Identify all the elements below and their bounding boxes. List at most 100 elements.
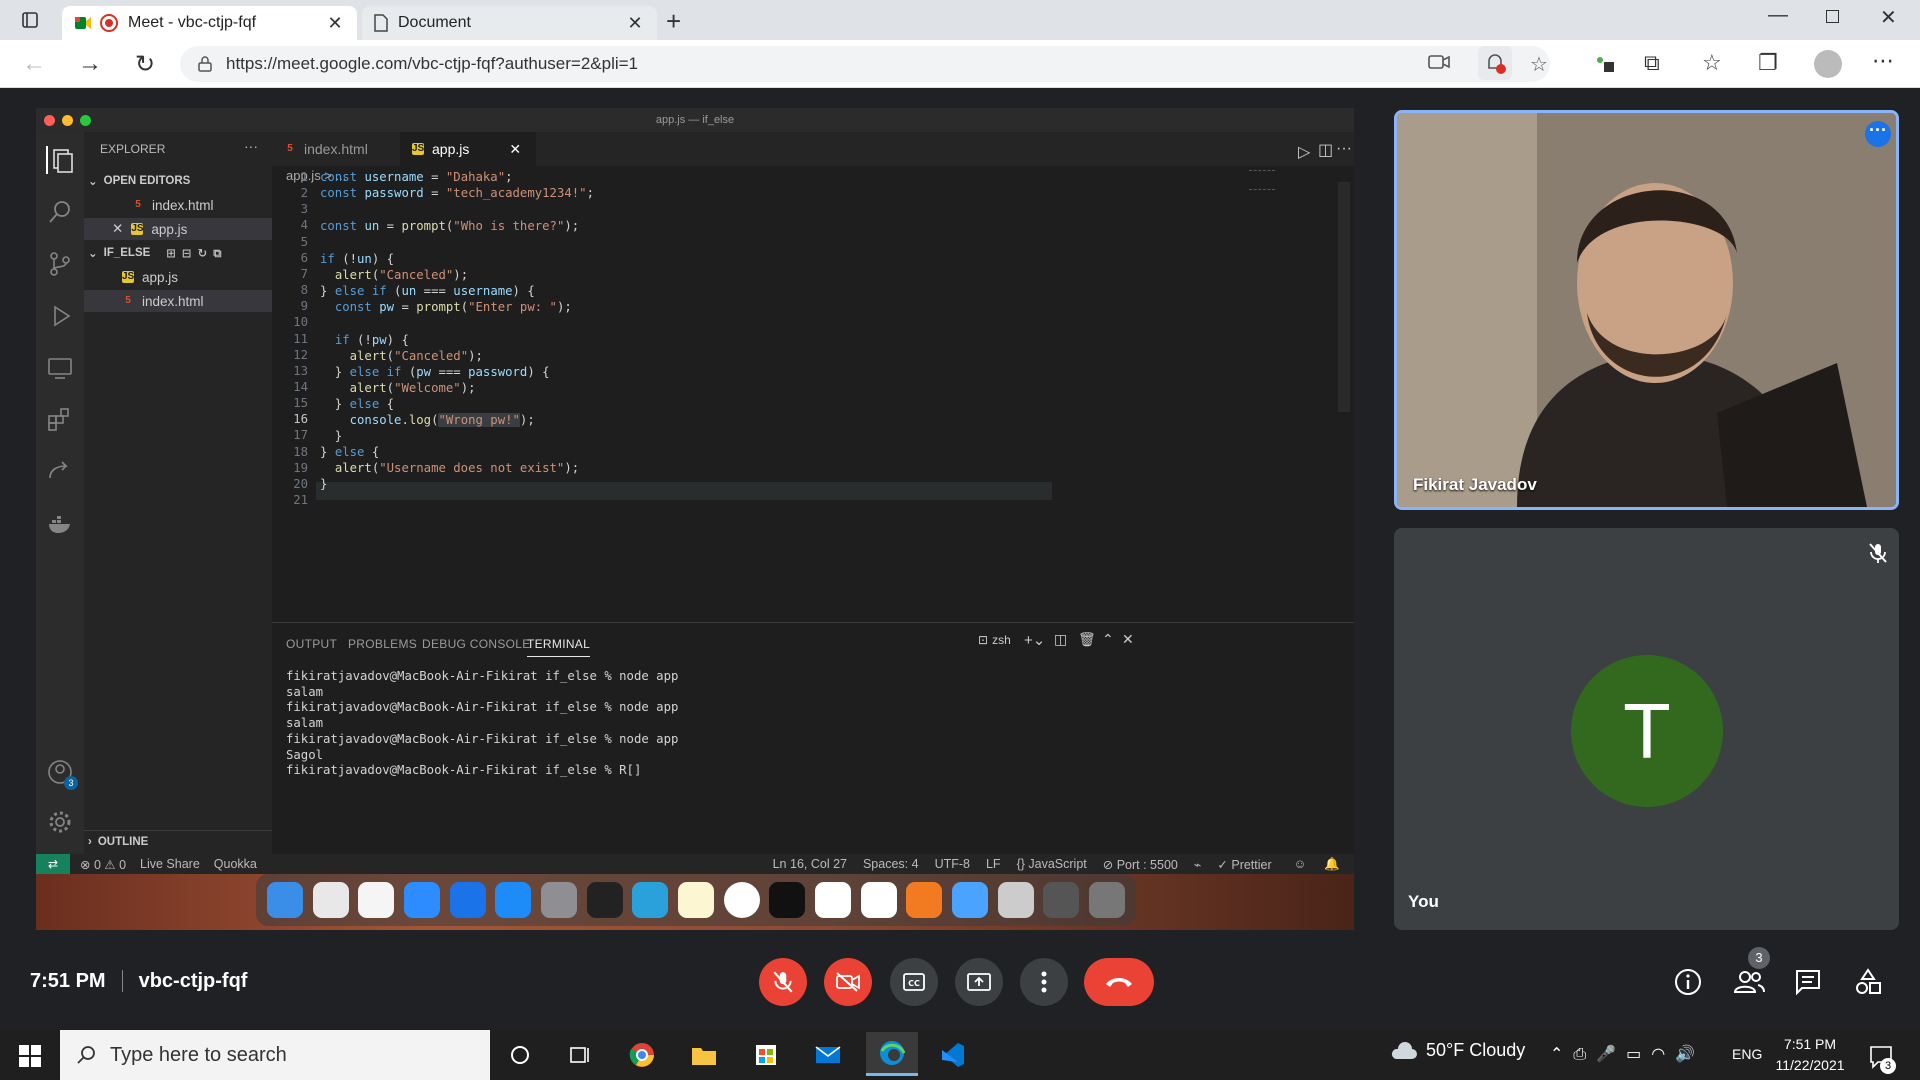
input-language[interactable]: ENG — [1732, 1046, 1762, 1062]
maximize-panel-icon[interactable]: ⌃ — [1102, 631, 1114, 648]
more-options-button[interactable] — [1020, 958, 1068, 1006]
feedback-icon[interactable]: ☺ — [1294, 857, 1307, 871]
photos-icon[interactable] — [358, 882, 395, 918]
taskbar-clock[interactable]: 7:51 PM 11/22/2021 — [1770, 1034, 1850, 1076]
launchpad-icon[interactable] — [312, 882, 349, 918]
taskbar-search-box[interactable]: Type here to search — [60, 1030, 490, 1080]
mail-icon[interactable] — [808, 1036, 848, 1074]
add-favorite-icon[interactable]: ☆ — [1530, 52, 1548, 77]
eol-status[interactable]: LF — [986, 857, 1001, 871]
new-tab-icon[interactable]: + — [666, 6, 681, 37]
leave-call-button[interactable] — [1084, 958, 1154, 1006]
open-editor-item[interactable]: 5 index.html — [84, 194, 272, 216]
close-tab-icon[interactable]: ✕ — [509, 141, 521, 158]
finder-icon[interactable] — [266, 882, 303, 918]
vscode-taskbar-icon[interactable] — [932, 1036, 972, 1074]
split-terminal-icon[interactable]: ◫ — [1054, 631, 1067, 648]
open-editor-item-active[interactable]: ✕ JS app.js — [84, 218, 272, 240]
edge-taskbar-icon[interactable] — [866, 1032, 918, 1076]
editor-tab-index-html[interactable]: 5 index.html — [272, 132, 400, 166]
blocked-notification-icon[interactable] — [1478, 46, 1512, 80]
panel-tab-problems[interactable]: PROBLEMS — [348, 637, 417, 651]
extension-icon[interactable] — [1594, 54, 1616, 74]
safari-icon[interactable] — [449, 882, 486, 918]
close-window-icon[interactable]: ✕ — [1880, 5, 1897, 30]
close-editor-icon[interactable]: ✕ — [112, 221, 123, 237]
minimize-icon[interactable]: — — [1768, 4, 1788, 27]
present-screen-button[interactable] — [955, 958, 1003, 1006]
vscode-app-icon[interactable] — [860, 882, 897, 918]
people-icon[interactable] — [1732, 968, 1766, 996]
chrome-taskbar-icon[interactable] — [622, 1036, 662, 1074]
slack-icon[interactable] — [814, 882, 851, 918]
notes-icon[interactable] — [677, 882, 714, 918]
sublime-icon[interactable] — [906, 882, 943, 918]
tab-actions-icon[interactable] — [10, 0, 50, 40]
back-icon[interactable]: ← — [14, 44, 54, 84]
browser-tab-document[interactable]: Document ✕ — [362, 6, 657, 40]
quokka-status[interactable]: Quokka — [214, 857, 257, 871]
open-editors-section[interactable]: ⌄ OPEN EDITORS — [84, 170, 272, 192]
explorer-more-icon[interactable]: ··· — [244, 138, 258, 154]
cursor-position[interactable]: Ln 16, Col 27 — [773, 857, 847, 871]
search-icon[interactable] — [46, 198, 74, 226]
windows-start-icon[interactable] — [18, 1044, 42, 1068]
encoding-status[interactable]: UTF-8 — [935, 857, 970, 871]
close-tab-icon[interactable]: ✕ — [625, 13, 645, 34]
task-view-icon[interactable] — [560, 1036, 600, 1074]
chrome-icon[interactable] — [723, 882, 760, 918]
live-share-icon[interactable] — [46, 458, 74, 486]
kill-terminal-icon[interactable]: 🗑 — [1078, 631, 1096, 648]
favorites-icon[interactable]: ☆ — [1702, 50, 1722, 76]
remote-indicator-icon[interactable]: ⇄ — [36, 854, 70, 874]
folder-actions-icon[interactable]: ⊞⊟↻⧉ — [166, 246, 227, 261]
collections-icon[interactable]: ❐ — [1758, 50, 1778, 76]
prettier-status[interactable]: ✓ Prettier — [1217, 857, 1271, 872]
panel-tab-output[interactable]: OUTPUT — [286, 637, 337, 651]
errors-count[interactable]: ⊗ 0 ⚠ 0 — [80, 857, 126, 872]
chat-icon[interactable] — [1794, 968, 1822, 996]
downloads-stack-icon[interactable] — [1043, 882, 1080, 918]
editor-more-icon[interactable]: ··· — [1336, 140, 1352, 158]
indent-status[interactable]: Spaces: 4 — [863, 857, 919, 871]
run-icon[interactable]: ▷ — [1298, 142, 1310, 162]
app-store-icon[interactable] — [495, 882, 532, 918]
port-status[interactable]: ⊘ Port : 5500 — [1103, 857, 1178, 872]
new-terminal-icon[interactable]: +⌄ — [1024, 631, 1045, 649]
participant-tile-active[interactable]: ··· Fikirat Javadov — [1394, 110, 1899, 510]
close-tab-icon[interactable]: ✕ — [325, 13, 345, 34]
system-preferences-icon[interactable] — [540, 882, 577, 918]
activities-icon[interactable] — [1854, 968, 1882, 996]
panel-tab-terminal[interactable]: TERMINAL — [527, 637, 591, 657]
terminal-output[interactable]: fikiratjavadov@MacBook-Air-Fikirat if_el… — [286, 669, 678, 779]
maximize-icon[interactable] — [1826, 10, 1839, 23]
figma-icon[interactable] — [586, 882, 623, 918]
weather-widget[interactable]: 50°F Cloudy — [1390, 1040, 1525, 1061]
file-item-selected[interactable]: 5 index.html — [84, 290, 272, 312]
format-icon[interactable]: ⌁ — [1194, 857, 1202, 872]
preview-icon[interactable] — [997, 882, 1034, 918]
unmute-button[interactable] — [759, 958, 807, 1006]
xcode-icon[interactable] — [951, 882, 988, 918]
folder-section[interactable]: ⌄ IF_ELSE ⊞⊟↻⧉ — [84, 242, 272, 264]
more-menu-icon[interactable]: ⋯ — [1872, 48, 1894, 74]
file-explorer-icon[interactable] — [684, 1036, 724, 1074]
panel-tab-debug-console[interactable]: DEBUG CONSOLE — [422, 637, 531, 651]
cortana-icon[interactable] — [500, 1036, 540, 1074]
trash-icon[interactable] — [1088, 882, 1125, 918]
live-share-status[interactable]: Live Share — [140, 857, 200, 871]
microsoft-store-icon[interactable] — [746, 1036, 786, 1074]
language-status[interactable]: {} JavaScript — [1017, 857, 1087, 871]
split-editor-icon[interactable]: ◫ — [1318, 140, 1333, 160]
browser-tab-meet[interactable]: Meet - vbc-ctjp-fqf ✕ — [62, 6, 357, 40]
remote-explorer-icon[interactable] — [46, 354, 74, 382]
docker-icon[interactable] — [46, 510, 74, 538]
terminal-app-icon[interactable] — [769, 882, 806, 918]
zoom-icon[interactable] — [403, 882, 440, 918]
outline-section[interactable]: › OUTLINE — [84, 830, 272, 852]
code-view[interactable]: 1 2 3 4 5 6 7 8 9 10 11 12 13 14 15 16 17 18 19 20 21 const … — [272, 170, 1354, 618]
close-panel-icon[interactable]: ✕ — [1122, 631, 1134, 648]
reload-icon[interactable]: ↻ — [125, 44, 165, 84]
self-tile[interactable]: T You — [1394, 528, 1899, 930]
url-field[interactable]: https://meet.google.com/vbc-ctjp-fqf?aut… — [180, 46, 1550, 82]
